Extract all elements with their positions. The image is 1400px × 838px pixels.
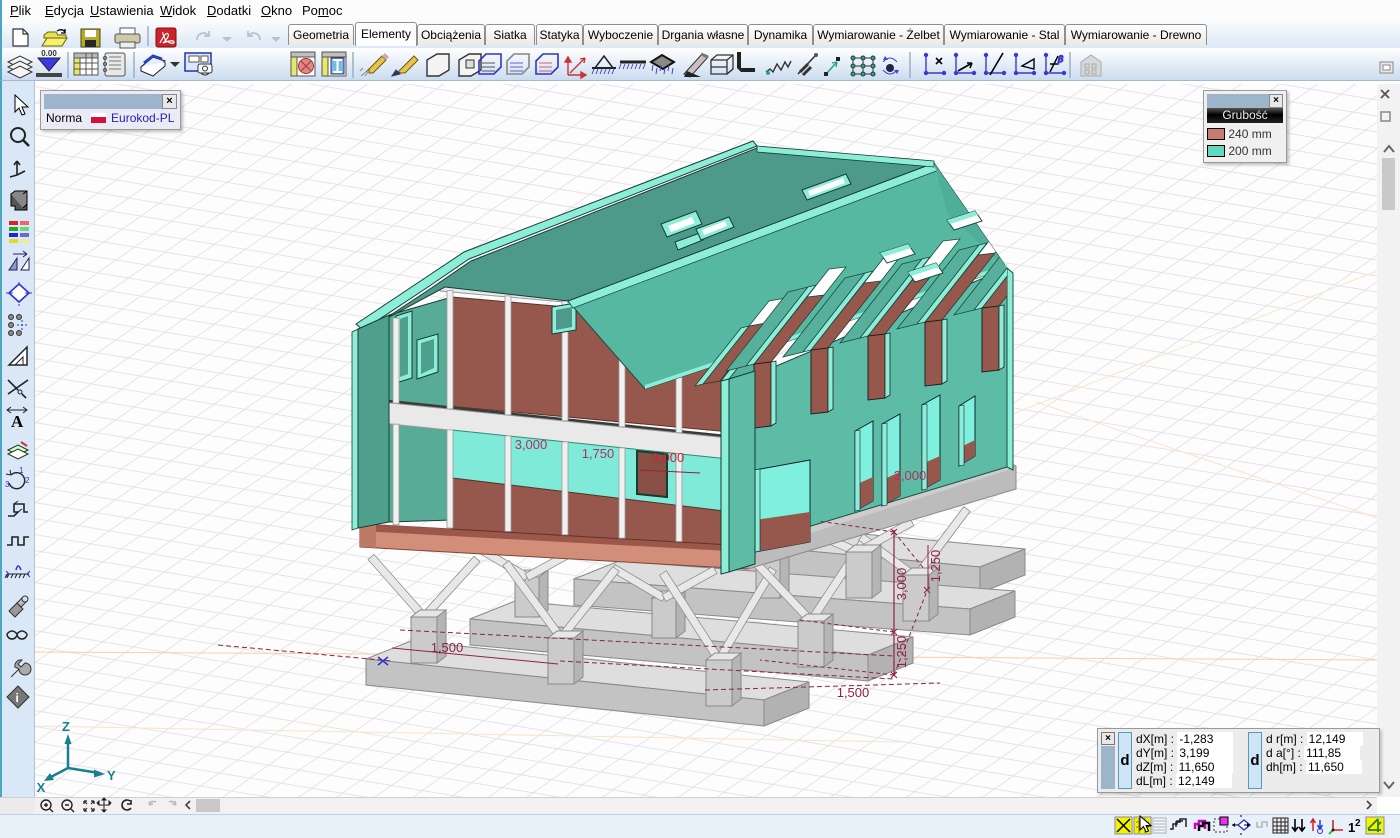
svg-text:2: 2 xyxy=(1355,818,1361,829)
